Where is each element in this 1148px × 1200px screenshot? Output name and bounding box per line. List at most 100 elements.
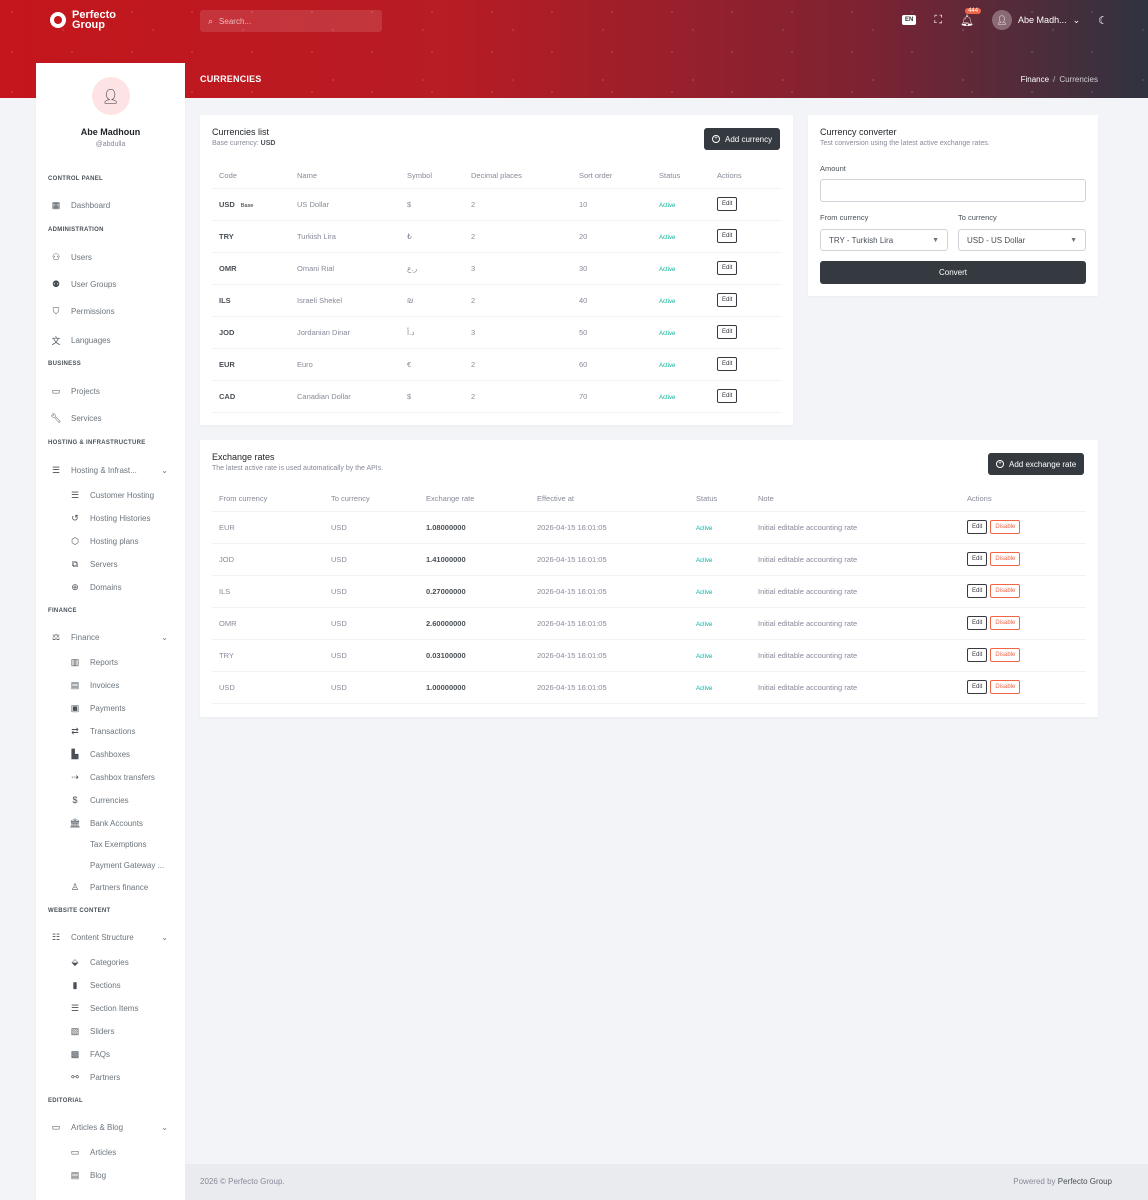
edit-button[interactable]: Edit [967,648,988,662]
convert-button[interactable]: Convert [820,261,1086,284]
table-row: ILS Israeli Shekel ₪ 2 40 Active Edit [212,284,781,317]
sidebar-item-section-items[interactable]: ☰ Section Items [69,1003,199,1014]
rates-card-subtitle: The latest active rate is used automatic… [212,465,384,472]
footer-copyright: 2026 © Perfecto Group. [200,1177,285,1186]
to-currency-select[interactable]: USD - US Dollar ▼ [958,229,1086,251]
money-icon: ▣ [70,703,80,713]
sidebar-item-bank-accounts[interactable]: 🏛︎ Bank Accounts [69,818,199,829]
sidebar-item-permissions[interactable]: ⛉ Permissions [50,306,180,317]
converter-title: Currency converter [820,127,897,137]
sidebar-item-transactions[interactable]: ⇄ Transactions [69,726,199,737]
sidebar-item-partners-finance[interactable]: ♙ Partners finance [69,882,199,893]
edit-button[interactable]: Edit [967,616,988,630]
table-row: TRY USD 0.03100000 2026-04-15 16:01:05 Activ… [212,639,1086,672]
user-groups-icon: ⚉ [51,279,61,289]
package-icon: ⬡ [71,536,79,546]
rate-to-currency: USD [331,575,426,608]
sidebar-item-payments[interactable]: ▣ Payments [69,703,199,714]
disable-button[interactable]: Disable [990,616,1021,630]
currency-actions: Edit [717,220,781,253]
list-icon: ☰ [70,1003,80,1013]
edit-button[interactable]: Edit [717,389,738,403]
dark-mode-toggle-icon[interactable]: ☾ [1098,14,1108,27]
sidebar-item-categories[interactable]: ⬙ Categories [69,957,199,968]
breadcrumb-item-finance[interactable]: Finance [1021,75,1049,84]
sidebar-item-faqs[interactable]: ▩ FAQs [69,1049,199,1060]
disable-button[interactable]: Disable [990,584,1021,598]
search-box[interactable]: ⌕ [200,10,382,32]
edit-button[interactable]: Edit [717,357,738,371]
sidebar-item-hosting-infra[interactable]: ☰ Hosting & Infrast... ⌄ [50,465,180,476]
edit-button[interactable]: Edit [717,325,738,339]
sidebar-item-cashbox-transfers[interactable]: ⇢ Cashbox transfers [69,772,199,783]
exchange-rates-table: From currency To currency Exchange rate … [212,487,1086,704]
edit-button[interactable]: Edit [967,584,988,598]
sidebar-item-currencies[interactable]: $ Currencies [69,795,199,805]
sidebar-item-sliders[interactable]: ▧ Sliders [69,1026,199,1037]
add-exchange-rate-button[interactable]: + Add exchange rate [988,453,1085,475]
sidebar-item-users[interactable]: ⚇ Users [50,252,180,263]
currency-sort-order: 10 [579,188,659,221]
sidebar-item-customer-hosting[interactable]: ☰ Customer Hosting [69,490,199,501]
user-menu[interactable]: 👤︎ Abe Madh... ⌄ [992,10,1080,30]
sidebar-item-blog[interactable]: ▤ Blog [69,1170,199,1181]
sidebar-item-languages[interactable]: 文 Languages [50,334,180,347]
disable-button[interactable]: Disable [990,648,1021,662]
currencies-card-title: Currencies list [212,127,270,137]
currency-code: TRY [212,220,297,253]
language-switcher[interactable]: EN [902,15,917,25]
sidebar-item-servers[interactable]: ⧉ Servers [69,559,199,570]
edit-button[interactable]: Edit [967,520,988,534]
sidebar-item-cashboxes[interactable]: ▙ Cashboxes [69,749,199,760]
disable-button[interactable]: Disable [990,552,1021,566]
sidebar-item-projects[interactable]: ▭ Projects [50,386,180,397]
edit-button[interactable]: Edit [717,293,738,307]
brand-logo[interactable]: Perfecto Group [50,10,132,31]
sidebar-item-reports[interactable]: ▥ Reports [69,657,199,668]
sidebar-item-user-groups[interactable]: ⚉ User Groups [50,279,180,290]
from-currency-select[interactable]: TRY - Turkish Lira ▼ [820,229,948,251]
currency-converter-card: Currency converter Test conversion using… [808,115,1098,296]
sidebar-item-hosting-histories[interactable]: ↺ Hosting Histories [69,513,199,524]
sidebar-item-payment-gateway[interactable]: Payment Gateway ... [69,861,199,870]
edit-button[interactable]: Edit [967,680,988,694]
user-profile: 👤︎ Abe Madhoun @abdulla [36,63,185,148]
sidebar-item-articles[interactable]: ▭ Articles [69,1147,199,1158]
add-currency-button[interactable]: + Add currency [704,128,781,150]
col-exchange-rate: Exchange rate [426,487,537,512]
sidebar-item-dashboard[interactable]: ▦ Dashboard [50,200,180,211]
edit-button[interactable]: Edit [967,552,988,566]
columns-icon: ▮ [72,980,78,990]
sidebar-item-services[interactable]: 🔧︎ Services [50,413,180,424]
base-tag: Base [240,202,254,209]
caret-down-icon: ▼ [1070,236,1077,244]
sidebar-item-articles-blog[interactable]: ▭ Articles & Blog ⌄ [50,1122,180,1133]
sidebar-item-partners[interactable]: ⚯ Partners [69,1072,199,1083]
sidebar-item-content-structure[interactable]: ☷ Content Structure ⌄ [50,932,180,943]
edit-button[interactable]: Edit [717,261,738,275]
rate-from-currency: TRY [212,639,331,672]
rate-value: 1.41000000 [426,543,537,576]
edit-button[interactable]: Edit [717,197,738,211]
sidebar-item-sections[interactable]: ▮ Sections [69,980,199,991]
sidebar-item-finance[interactable]: ⚖ Finance ⌄ [50,632,180,643]
search-input[interactable] [219,16,370,26]
fullscreen-icon[interactable]: ⛶ [934,14,942,27]
currency-symbol: ₪ [407,284,471,317]
sidebar-item-invoices[interactable]: ▤ Invoices [69,680,199,691]
sidebar-item-hosting-plans[interactable]: ⬡ Hosting plans [69,536,199,547]
currency-symbol: د.أ [407,316,471,349]
disable-button[interactable]: Disable [990,520,1021,534]
table-row: JOD USD 1.41000000 2026-04-15 16:01:05 Activ… [212,543,1086,576]
notification-bell-icon[interactable]: 🔔︎ 444 [960,7,982,27]
sidebar-item-domains[interactable]: ⊕ Domains [69,582,199,593]
database-icon: ☰ [70,490,80,500]
amount-input[interactable] [820,179,1086,202]
rate-effective-at: 2026-04-15 16:01:05 [537,511,696,544]
rate-note: Initial editable accounting rate [758,511,967,544]
disable-button[interactable]: Disable [990,680,1021,694]
sidebar-item-tax-exemptions[interactable]: Tax Exemptions [69,840,199,849]
rate-value: 0.03100000 [426,639,537,672]
edit-button[interactable]: Edit [717,229,738,243]
rate-value: 0.27000000 [426,575,537,608]
